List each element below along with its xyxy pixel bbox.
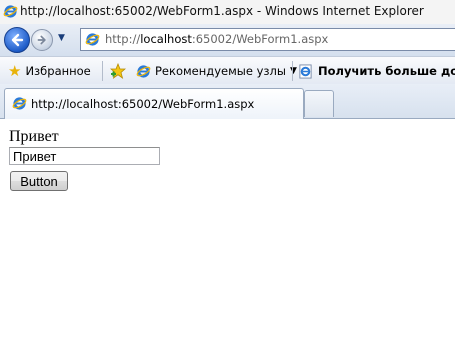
suggested-sites-label: Рекомендуемые узлы <box>155 64 286 78</box>
toolbar-separator <box>292 61 293 81</box>
ie-icon <box>136 64 151 78</box>
get-more-label: Получить больше до... <box>318 64 455 78</box>
window-title: http://localhost:65002/WebForm1.aspx - W… <box>20 4 424 18</box>
window-title-bar: http://localhost:65002/WebForm1.aspx - W… <box>0 0 455 24</box>
suggested-sites-button[interactable]: Рекомендуемые узлы ▼ <box>136 57 297 85</box>
ie-icon <box>85 33 100 46</box>
recent-pages-dropdown-icon[interactable]: ▼ <box>58 33 65 43</box>
ie-icon <box>3 5 18 18</box>
dropdown-arrow-icon: ▼ <box>289 66 297 76</box>
back-button[interactable] <box>4 27 30 53</box>
url-prefix: http:// <box>105 32 141 46</box>
add-favorites-button[interactable] <box>110 57 126 85</box>
forward-button[interactable] <box>31 29 53 51</box>
page-content: Привет Button <box>0 119 455 360</box>
favorites-bar: ★ Избранное Рекомендуемые узлы ▼ Получит… <box>0 56 455 85</box>
favorites-star-icon: ★ <box>8 61 22 80</box>
new-tab-button[interactable] <box>304 90 334 117</box>
forward-arrow-icon <box>37 35 46 45</box>
tab-bar: http://localhost:65002/WebForm1.aspx <box>0 84 455 119</box>
url-host: localhost <box>140 32 192 46</box>
favorites-label: Избранное <box>25 64 91 78</box>
back-arrow-icon <box>11 33 24 47</box>
greeting-textbox[interactable] <box>9 147 160 165</box>
submit-button[interactable]: Button <box>10 171 68 191</box>
url-rest: :65002/WebForm1.aspx <box>191 32 329 46</box>
address-bar[interactable]: http://localhost:65002/WebForm1.aspx <box>80 28 455 51</box>
ie-icon <box>12 97 27 110</box>
toolbar-separator <box>102 61 103 81</box>
get-more-addons-button[interactable]: Получить больше до... <box>298 57 455 85</box>
greeting-label: Привет <box>9 128 59 145</box>
favorites-button[interactable]: ★ Избранное <box>8 57 91 85</box>
tab-webform1[interactable]: http://localhost:65002/WebForm1.aspx <box>4 88 304 119</box>
address-url[interactable]: http://localhost:65002/WebForm1.aspx <box>105 32 328 46</box>
navigation-bar: ▼ http://localhost:65002/WebForm1.aspx <box>0 24 455 56</box>
ie-page-icon <box>299 63 312 79</box>
tab-label: http://localhost:65002/WebForm1.aspx <box>31 97 255 111</box>
add-favorites-icon <box>110 63 126 79</box>
